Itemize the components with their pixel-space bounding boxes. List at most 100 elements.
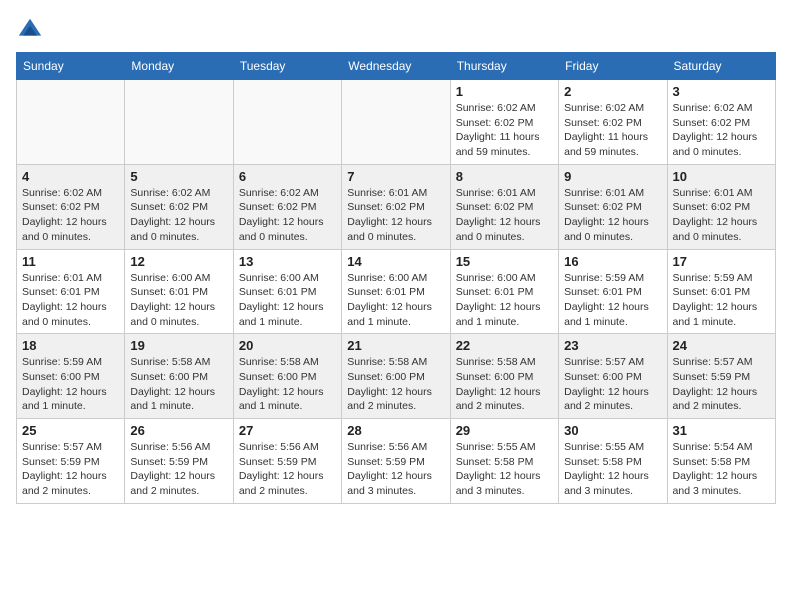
day-number: 8 [456,169,553,184]
day-number: 12 [130,254,227,269]
calendar-header-row: SundayMondayTuesdayWednesdayThursdayFrid… [17,53,776,80]
day-info: Sunrise: 5:58 AM Sunset: 6:00 PM Dayligh… [130,355,227,414]
calendar-cell: 11Sunrise: 6:01 AM Sunset: 6:01 PM Dayli… [17,249,125,334]
day-info: Sunrise: 6:01 AM Sunset: 6:02 PM Dayligh… [347,186,444,245]
day-info: Sunrise: 5:55 AM Sunset: 5:58 PM Dayligh… [456,440,553,499]
calendar-cell: 12 Sunrise: 6:00 AM Sunset: 6:01 PM Dayli… [125,249,233,334]
day-number: 25 [22,423,119,438]
calendar-cell: 23 Sunrise: 5:57 AM Sunset: 6:00 PM Dayli… [559,334,667,419]
calendar-cell: 9 Sunrise: 6:01 AM Sunset: 6:02 PM Daylig… [559,164,667,249]
calendar-cell [342,80,450,165]
day-info: Sunrise: 5:58 AM Sunset: 6:00 PM Dayligh… [347,355,444,414]
day-info: Sunrise: 6:00 AM Sunset: 6:01 PM Dayligh… [239,271,336,330]
day-info: Sunrise: 6:02 AM Sunset: 6:02 PM Dayligh… [564,101,661,160]
logo [16,16,48,44]
calendar-cell: 30 Sunrise: 5:55 AM Sunset: 5:58 PM Dayli… [559,419,667,504]
day-info: Sunrise: 6:02 AM Sunset: 6:02 PM Dayligh… [22,186,119,245]
calendar-week-3: 11Sunrise: 6:01 AM Sunset: 6:01 PM Dayli… [17,249,776,334]
calendar-table: SundayMondayTuesdayWednesdayThursdayFrid… [16,52,776,504]
calendar-cell: 14Sunrise: 6:00 AM Sunset: 6:01 PM Dayli… [342,249,450,334]
calendar-cell: 2Sunrise: 6:02 AM Sunset: 6:02 PM Daylig… [559,80,667,165]
calendar-week-1: 1 Sunrise: 6:02 AM Sunset: 6:02 PM Daylig… [17,80,776,165]
calendar-header-friday: Friday [559,53,667,80]
day-info: Sunrise: 6:02 AM Sunset: 6:02 PM Dayligh… [673,101,770,160]
day-number: 21 [347,338,444,353]
day-info: Sunrise: 6:02 AM Sunset: 6:02 PM Dayligh… [130,186,227,245]
calendar-cell [125,80,233,165]
calendar-header-monday: Monday [125,53,233,80]
calendar-cell: 4 Sunrise: 6:02 AM Sunset: 6:02 PM Daylig… [17,164,125,249]
day-number: 26 [130,423,227,438]
day-number: 24 [673,338,770,353]
day-info: Sunrise: 5:59 AM Sunset: 6:01 PM Dayligh… [673,271,770,330]
day-info: Sunrise: 6:00 AM Sunset: 6:01 PM Dayligh… [130,271,227,330]
calendar-cell: 15 Sunrise: 6:00 AM Sunset: 6:01 PM Dayli… [450,249,558,334]
calendar-cell: 7Sunrise: 6:01 AM Sunset: 6:02 PM Daylig… [342,164,450,249]
day-number: 16 [564,254,661,269]
day-number: 10 [673,169,770,184]
day-number: 9 [564,169,661,184]
day-info: Sunrise: 5:57 AM Sunset: 5:59 PM Dayligh… [673,355,770,414]
calendar-header-sunday: Sunday [17,53,125,80]
day-info: Sunrise: 6:02 AM Sunset: 6:02 PM Dayligh… [239,186,336,245]
day-number: 6 [239,169,336,184]
calendar-cell: 10 Sunrise: 6:01 AM Sunset: 6:02 PM Dayli… [667,164,775,249]
calendar-cell: 25 Sunrise: 5:57 AM Sunset: 5:59 PM Dayli… [17,419,125,504]
calendar-cell [233,80,341,165]
day-info: Sunrise: 5:58 AM Sunset: 6:00 PM Dayligh… [456,355,553,414]
page-container: SundayMondayTuesdayWednesdayThursdayFrid… [16,16,776,504]
day-number: 27 [239,423,336,438]
day-number: 1 [456,84,553,99]
day-number: 22 [456,338,553,353]
calendar-cell: 29 Sunrise: 5:55 AM Sunset: 5:58 PM Dayli… [450,419,558,504]
calendar-cell: 22 Sunrise: 5:58 AM Sunset: 6:00 PM Dayli… [450,334,558,419]
logo-icon [16,16,44,44]
calendar-header-thursday: Thursday [450,53,558,80]
header [16,16,776,44]
calendar-header-saturday: Saturday [667,53,775,80]
day-info: Sunrise: 5:57 AM Sunset: 5:59 PM Dayligh… [22,440,119,499]
day-number: 29 [456,423,553,438]
calendar-cell: 1Sunrise: 6:02 AM Sunset: 6:02 PM Daylig… [450,80,558,165]
calendar-cell: 19 Sunrise: 5:58 AM Sunset: 6:00 PM Dayli… [125,334,233,419]
day-number: 23 [564,338,661,353]
day-number: 4 [22,169,119,184]
calendar-cell: 17Sunrise: 5:59 AM Sunset: 6:01 PM Dayli… [667,249,775,334]
calendar-cell: 21 Sunrise: 5:58 AM Sunset: 6:00 PM Dayli… [342,334,450,419]
calendar-week-5: 25 Sunrise: 5:57 AM Sunset: 5:59 PM Dayli… [17,419,776,504]
calendar-cell: 5 Sunrise: 6:02 AM Sunset: 6:02 PM Daylig… [125,164,233,249]
day-info: Sunrise: 5:57 AM Sunset: 6:00 PM Dayligh… [564,355,661,414]
calendar-cell: 20 Sunrise: 5:58 AM Sunset: 6:00 PM Dayli… [233,334,341,419]
day-number: 14 [347,254,444,269]
calendar-header-wednesday: Wednesday [342,53,450,80]
day-number: 18 [22,338,119,353]
calendar-cell: 31Sunrise: 5:54 AM Sunset: 5:58 PM Dayli… [667,419,775,504]
day-number: 5 [130,169,227,184]
calendar-cell: 16 Sunrise: 5:59 AM Sunset: 6:01 PM Dayli… [559,249,667,334]
day-info: Sunrise: 6:01 AM Sunset: 6:02 PM Dayligh… [673,186,770,245]
day-info: Sunrise: 6:01 AM Sunset: 6:01 PM Dayligh… [22,271,119,330]
day-info: Sunrise: 5:59 AM Sunset: 6:01 PM Dayligh… [564,271,661,330]
day-info: Sunrise: 5:56 AM Sunset: 5:59 PM Dayligh… [347,440,444,499]
calendar-cell: 13Sunrise: 6:00 AM Sunset: 6:01 PM Dayli… [233,249,341,334]
day-number: 28 [347,423,444,438]
calendar-cell: 8 Sunrise: 6:01 AM Sunset: 6:02 PM Daylig… [450,164,558,249]
calendar-cell: 18Sunrise: 5:59 AM Sunset: 6:00 PM Dayli… [17,334,125,419]
day-info: Sunrise: 5:58 AM Sunset: 6:00 PM Dayligh… [239,355,336,414]
calendar-cell: 6 Sunrise: 6:02 AM Sunset: 6:02 PM Daylig… [233,164,341,249]
calendar-week-2: 4 Sunrise: 6:02 AM Sunset: 6:02 PM Daylig… [17,164,776,249]
day-info: Sunrise: 6:01 AM Sunset: 6:02 PM Dayligh… [456,186,553,245]
day-number: 20 [239,338,336,353]
day-info: Sunrise: 6:00 AM Sunset: 6:01 PM Dayligh… [456,271,553,330]
day-number: 19 [130,338,227,353]
day-number: 15 [456,254,553,269]
day-info: Sunrise: 5:55 AM Sunset: 5:58 PM Dayligh… [564,440,661,499]
day-number: 3 [673,84,770,99]
day-number: 30 [564,423,661,438]
day-info: Sunrise: 5:54 AM Sunset: 5:58 PM Dayligh… [673,440,770,499]
calendar-cell: 27 Sunrise: 5:56 AM Sunset: 5:59 PM Dayli… [233,419,341,504]
calendar-week-4: 18Sunrise: 5:59 AM Sunset: 6:00 PM Dayli… [17,334,776,419]
day-info: Sunrise: 5:56 AM Sunset: 5:59 PM Dayligh… [130,440,227,499]
day-info: Sunrise: 6:01 AM Sunset: 6:02 PM Dayligh… [564,186,661,245]
day-info: Sunrise: 5:56 AM Sunset: 5:59 PM Dayligh… [239,440,336,499]
